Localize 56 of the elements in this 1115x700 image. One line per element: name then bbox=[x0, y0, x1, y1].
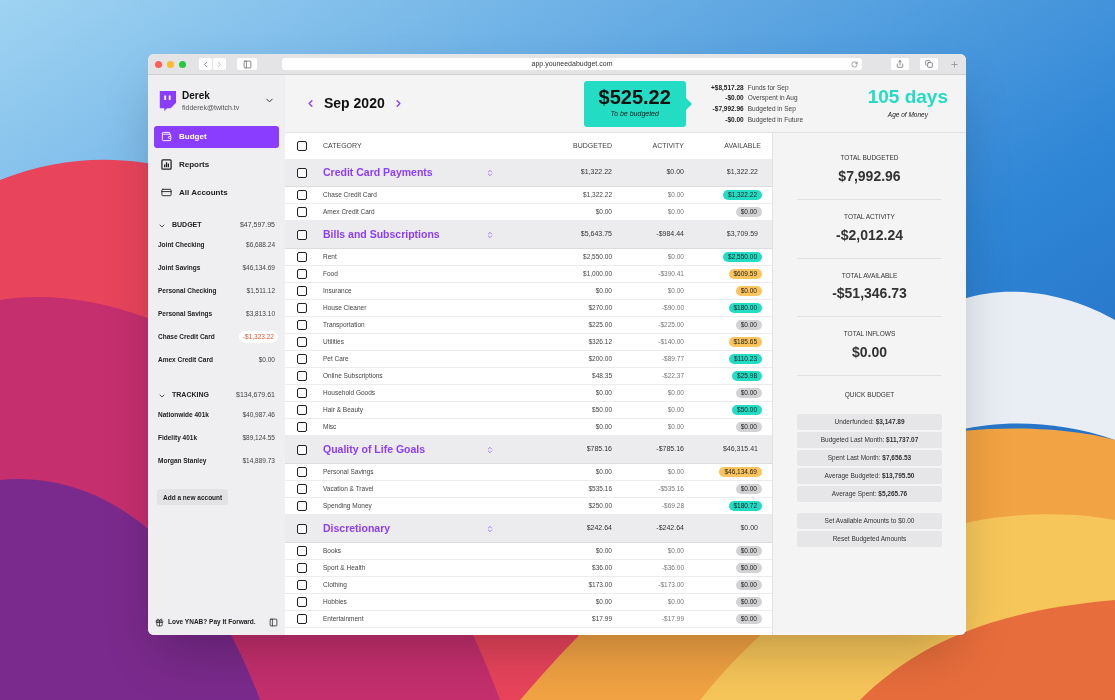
checkbox[interactable] bbox=[297, 444, 307, 455]
checkbox[interactable] bbox=[297, 269, 307, 279]
tabs-button[interactable] bbox=[920, 58, 938, 70]
checkbox[interactable] bbox=[297, 207, 307, 217]
chevron-left-icon bbox=[201, 59, 210, 69]
checkbox[interactable] bbox=[297, 229, 307, 240]
group-name: Quality of Life Goals bbox=[323, 441, 426, 457]
wallet-icon bbox=[161, 131, 172, 142]
tabs-icon bbox=[925, 60, 933, 68]
total-value: $0.00 bbox=[851, 343, 887, 362]
share-button[interactable] bbox=[891, 58, 909, 70]
group-name: Credit Card Payments bbox=[323, 164, 433, 180]
checkbox[interactable] bbox=[297, 597, 307, 607]
checkbox[interactable] bbox=[297, 546, 307, 556]
sidebar-icon bbox=[242, 59, 252, 69]
share-icon bbox=[896, 60, 904, 68]
total-value: -$51,346.73 bbox=[832, 284, 907, 304]
total-value: $7,992.96 bbox=[838, 166, 901, 186]
sidebar-button[interactable] bbox=[237, 58, 257, 70]
checkbox[interactable] bbox=[297, 190, 307, 200]
bar-chart-icon bbox=[161, 159, 172, 170]
back-button[interactable] bbox=[199, 58, 212, 70]
checkbox[interactable] bbox=[297, 405, 307, 415]
checkbox[interactable] bbox=[297, 252, 307, 262]
chat-bubble-logo bbox=[158, 90, 176, 111]
checkbox[interactable] bbox=[297, 320, 307, 330]
checkbox[interactable] bbox=[297, 388, 307, 398]
checkbox[interactable] bbox=[297, 614, 307, 624]
user-name: Derek bbox=[182, 89, 211, 103]
nav-item[interactable]: Reports bbox=[154, 153, 279, 176]
checkbox[interactable] bbox=[297, 422, 307, 432]
collapse-sidebar-icon[interactable] bbox=[269, 617, 278, 627]
checkbox[interactable] bbox=[297, 354, 307, 364]
checkbox[interactable] bbox=[297, 337, 307, 347]
nav-item[interactable]: All Accounts bbox=[154, 181, 279, 204]
month-label: Sep 2020 bbox=[324, 94, 385, 113]
checkbox[interactable] bbox=[297, 167, 307, 178]
select-all-checkbox[interactable] bbox=[297, 141, 307, 151]
checkbox[interactable] bbox=[297, 303, 307, 313]
checkbox[interactable] bbox=[297, 286, 307, 296]
chevron-right-icon bbox=[215, 59, 224, 69]
card-icon bbox=[161, 187, 172, 198]
gift-icon bbox=[155, 617, 164, 627]
checkbox[interactable] bbox=[297, 501, 307, 511]
checkbox[interactable] bbox=[297, 563, 307, 573]
checkbox[interactable] bbox=[297, 484, 307, 494]
total-value: -$2,012.24 bbox=[836, 225, 903, 245]
checkbox[interactable] bbox=[297, 467, 307, 477]
to-be-budgeted-amount: $525.22 bbox=[598, 87, 671, 108]
age-of-money-value: 105 days bbox=[867, 87, 948, 107]
checkbox[interactable] bbox=[297, 523, 307, 534]
checkbox[interactable] bbox=[297, 371, 307, 381]
group-name: Discretionary bbox=[323, 520, 391, 536]
nav-item[interactable]: Budget bbox=[154, 125, 279, 148]
group-name: Bills and Subscriptions bbox=[323, 226, 440, 242]
checkbox[interactable] bbox=[297, 580, 307, 590]
